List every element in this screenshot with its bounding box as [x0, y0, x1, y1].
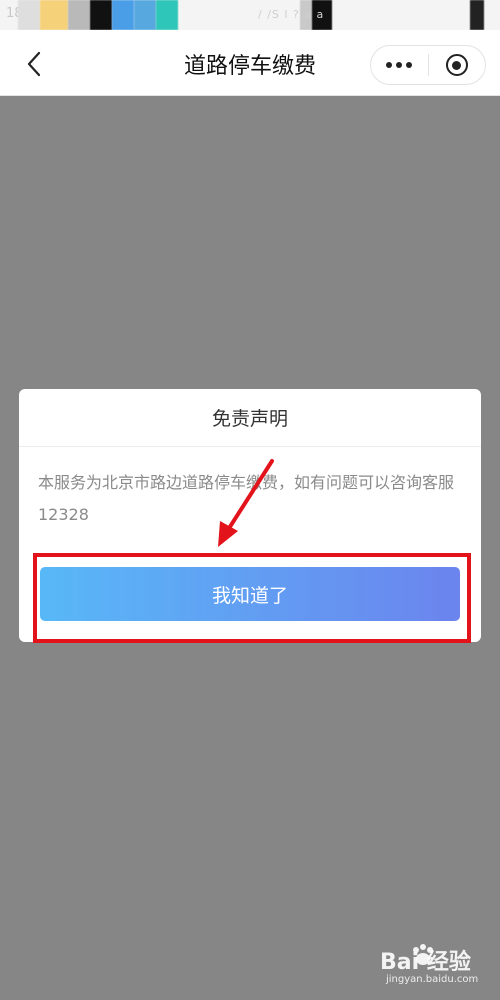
close-button[interactable]	[428, 46, 485, 84]
status-block	[156, 0, 178, 30]
disclaimer-dialog: 免责声明 本服务为北京市路边道路停车缴费，如有问题可以咨询客服12328 我知道…	[19, 389, 481, 642]
status-block	[470, 0, 484, 30]
nav-bar: 道路停车缴费	[0, 30, 500, 96]
watermark-url: jingyan.baidu.com	[386, 974, 479, 985]
watermark-brand: Bai 经验	[380, 950, 471, 975]
target-circle-icon	[445, 54, 468, 76]
status-right: / /S l ? a a	[258, 8, 325, 21]
status-block	[68, 0, 90, 30]
baidu-watermark: Bai 经验 jingyan.baidu.com	[380, 944, 495, 994]
status-block	[18, 0, 40, 30]
status-block	[90, 0, 112, 30]
more-dots-icon	[386, 62, 413, 68]
mini-program-capsule	[370, 45, 486, 85]
dialog-title: 免责声明	[19, 389, 481, 447]
dialog-body: 本服务为北京市路边道路停车缴费，如有问题可以咨询客服12328	[38, 473, 455, 524]
status-block	[112, 0, 134, 30]
status-block	[40, 0, 68, 30]
status-bar: 18 / /S l ? a a	[0, 0, 500, 30]
status-block	[134, 0, 156, 30]
more-button[interactable]	[371, 46, 428, 84]
confirm-button[interactable]: 我知道了	[40, 567, 460, 621]
